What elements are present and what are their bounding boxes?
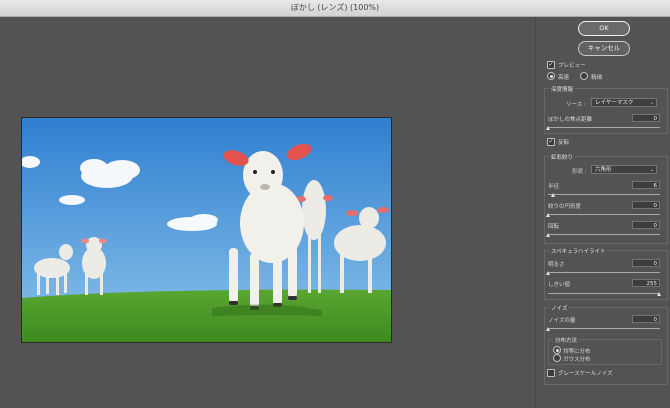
source-select-value: レイヤーマスク: [595, 100, 634, 106]
curvature-label: 絞りの円形度: [548, 204, 582, 210]
specular-title: スペキュラハイライト: [549, 247, 608, 255]
noise-amount-input[interactable]: 0: [632, 315, 660, 323]
invert-label: 反転: [558, 140, 570, 146]
preview-fast-radio[interactable]: [547, 72, 555, 80]
noise-amount-slider[interactable]: [548, 328, 660, 329]
shape-label: 形状 :: [572, 169, 587, 175]
radius-slider[interactable]: [548, 194, 660, 195]
focal-distance-label: ぼかしの焦点距離: [548, 117, 593, 123]
source-label: ソース :: [566, 102, 586, 108]
focal-distance-slider[interactable]: [548, 127, 660, 128]
gaussian-label: ガウス分布: [563, 357, 591, 363]
radius-label: 半径: [548, 184, 560, 190]
noise-amount-thumb[interactable]: [546, 327, 550, 331]
threshold-label: しきい値: [548, 282, 571, 288]
gaussian-radio[interactable]: [553, 354, 561, 362]
threshold-input[interactable]: 255: [632, 279, 660, 287]
brightness-thumb[interactable]: [546, 271, 550, 275]
preview-checkbox[interactable]: ✓: [547, 61, 555, 69]
shape-select-value: 六角形: [595, 167, 612, 173]
preview-accurate-radio[interactable]: [580, 72, 588, 80]
chevron-down-icon: ⌄: [649, 100, 654, 106]
rotation-label: 回転: [548, 224, 560, 230]
iris-title: 虹彩絞り: [549, 153, 576, 161]
monochrome-label: グレースケールノイズ: [558, 371, 613, 377]
preview-image[interactable]: [21, 117, 392, 343]
ok-button[interactable]: OK: [578, 21, 630, 36]
invert-checkbox[interactable]: ✓: [547, 138, 555, 146]
brightness-input[interactable]: 0: [632, 259, 660, 267]
threshold-slider[interactable]: [548, 293, 660, 294]
monochrome-checkbox[interactable]: [547, 369, 555, 377]
focal-distance-thumb[interactable]: [546, 126, 550, 130]
rotation-thumb[interactable]: [546, 233, 550, 237]
preview-fast-label: 高速: [558, 75, 570, 81]
uniform-label: 均等に分布: [563, 349, 591, 355]
noise-amount-label: ノイズの量: [548, 318, 576, 324]
rotation-slider[interactable]: [548, 234, 660, 235]
shape-select[interactable]: 六角形 ⌄: [591, 165, 657, 174]
lambs-photo: [22, 118, 391, 342]
uniform-radio[interactable]: [553, 346, 561, 354]
rotation-input[interactable]: 0: [632, 221, 660, 229]
preview-accurate-label: 精細: [591, 75, 603, 81]
depth-map-title: 深度情報: [549, 85, 576, 93]
noise-title: ノイズ: [549, 304, 570, 312]
curvature-thumb[interactable]: [546, 213, 550, 217]
source-select[interactable]: レイヤーマスク ⌄: [591, 98, 657, 107]
window-title: ぼかし (レンズ) (100%): [290, 3, 380, 12]
curvature-input[interactable]: 0: [632, 201, 660, 209]
curvature-slider[interactable]: [548, 214, 660, 215]
threshold-thumb[interactable]: [657, 292, 661, 296]
preview-label: プレビュー: [558, 63, 586, 69]
chevron-down-icon: ⌄: [649, 167, 654, 173]
brightness-label: 明るさ: [548, 262, 565, 268]
focal-distance-input[interactable]: 0: [632, 114, 660, 122]
brightness-slider[interactable]: [548, 272, 660, 273]
radius-thumb[interactable]: [551, 193, 555, 197]
settings-panel: OK キャンセル ✓ プレビュー 高速 精細 深度情報 ソース : レイヤーマス…: [535, 17, 670, 408]
cancel-button[interactable]: キャンセル: [578, 41, 630, 56]
distribution-title: 分布方法: [553, 336, 580, 344]
radius-input[interactable]: 6: [632, 181, 660, 189]
window-title-bar: ぼかし (レンズ) (100%): [0, 0, 670, 17]
